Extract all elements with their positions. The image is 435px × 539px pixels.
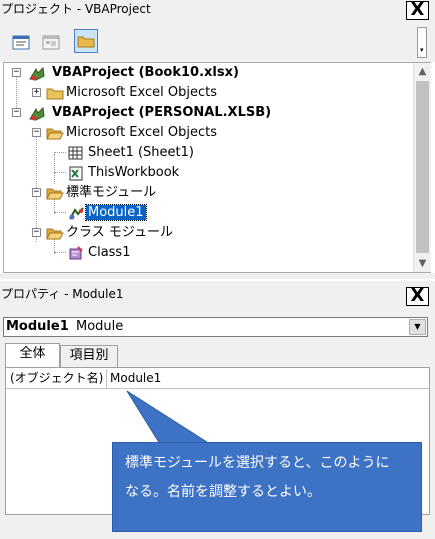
view-code-icon[interactable] xyxy=(9,31,33,55)
property-row[interactable]: (オブジェクト名) Module1 xyxy=(6,370,429,389)
expand-icon[interactable]: + xyxy=(32,88,41,97)
workbook-icon xyxy=(68,166,84,181)
properties-title: プロパティ - Module1 xyxy=(1,287,124,301)
collapse-icon[interactable]: − xyxy=(32,188,41,197)
tree-node-class-modules[interactable]: クラス モジュール xyxy=(64,224,175,242)
tab-categorized[interactable]: 項目別 xyxy=(60,345,118,367)
open-folder-icon xyxy=(46,226,64,240)
callout-pointer xyxy=(126,390,212,445)
dropdown-arrow-icon[interactable]: ▼ xyxy=(409,319,426,335)
tree-node-excel-objects-book10[interactable]: Microsoft Excel Objects xyxy=(64,84,219,102)
tree-node-module1[interactable]: Module1 xyxy=(85,204,147,222)
vbaproject-icon xyxy=(28,106,45,121)
open-folder-icon xyxy=(46,126,64,140)
object-selector[interactable]: Module1 Module ▼ xyxy=(3,317,428,337)
tree-node-excel-objects-personal[interactable]: Microsoft Excel Objects xyxy=(64,124,219,142)
scroll-thumb[interactable] xyxy=(416,81,429,253)
folder-icon xyxy=(46,86,64,100)
property-value[interactable]: Module1 xyxy=(108,370,408,388)
toggle-folders-icon[interactable] xyxy=(74,29,98,53)
tree-scrollbar[interactable]: ▲ ▼ xyxy=(413,63,431,272)
tree-node-thisworkbook[interactable]: ThisWorkbook xyxy=(86,164,181,182)
open-folder-icon xyxy=(46,186,64,200)
view-object-icon[interactable] xyxy=(39,31,63,55)
collapse-icon[interactable]: − xyxy=(32,228,41,237)
collapse-icon[interactable]: − xyxy=(12,108,21,117)
properties-titlebar: プロパティ - Module1 xyxy=(0,281,435,311)
tree-node-standard-modules[interactable]: 標準モジュール xyxy=(64,184,158,202)
tree-node-class1[interactable]: Class1 xyxy=(86,244,132,262)
properties-close-button[interactable]: X xyxy=(406,287,429,306)
object-name: Module1 xyxy=(6,319,69,334)
project-toolbar: ▾ xyxy=(0,22,435,62)
scroll-up-icon[interactable]: ▲ xyxy=(414,63,431,80)
tab-alphabetic[interactable]: 全体 xyxy=(5,343,60,367)
collapse-icon[interactable]: − xyxy=(12,68,21,77)
project-tree[interactable]: − VBAProject (Book10.xlsx) + Microsoft E… xyxy=(3,62,431,273)
object-type: Module xyxy=(76,319,124,334)
sheet-icon xyxy=(68,146,84,160)
project-titlebar: プロジェクト - VBAProject xyxy=(0,0,435,22)
project-title: プロジェクト - VBAProject xyxy=(1,2,151,16)
callout-text-line1: 標準モジュールを選択すると、このように xyxy=(125,455,390,471)
vbaproject-icon xyxy=(28,66,45,81)
toolbar-scroll-thumb[interactable]: ▾ xyxy=(417,27,427,58)
tree-node-sheet1[interactable]: Sheet1 (Sheet1) xyxy=(86,144,196,162)
project-close-button[interactable]: X xyxy=(406,1,429,20)
module-icon xyxy=(68,206,84,220)
callout-box: 標準モジュールを選択すると、このように なる。名前を調整するとよい。 xyxy=(112,442,422,532)
collapse-icon[interactable]: − xyxy=(32,128,41,137)
callout-text-line2: なる。名前を調整するとよい。 xyxy=(125,484,321,500)
pane-splitter[interactable] xyxy=(0,273,435,279)
class-module-icon xyxy=(68,246,84,260)
scroll-down-icon[interactable]: ▼ xyxy=(414,255,431,272)
property-name: (オブジェクト名) xyxy=(10,371,104,385)
tree-node-personal[interactable]: VBAProject (PERSONAL.XLSB) xyxy=(50,104,273,122)
tree-node-book10[interactable]: VBAProject (Book10.xlsx) xyxy=(50,64,241,82)
